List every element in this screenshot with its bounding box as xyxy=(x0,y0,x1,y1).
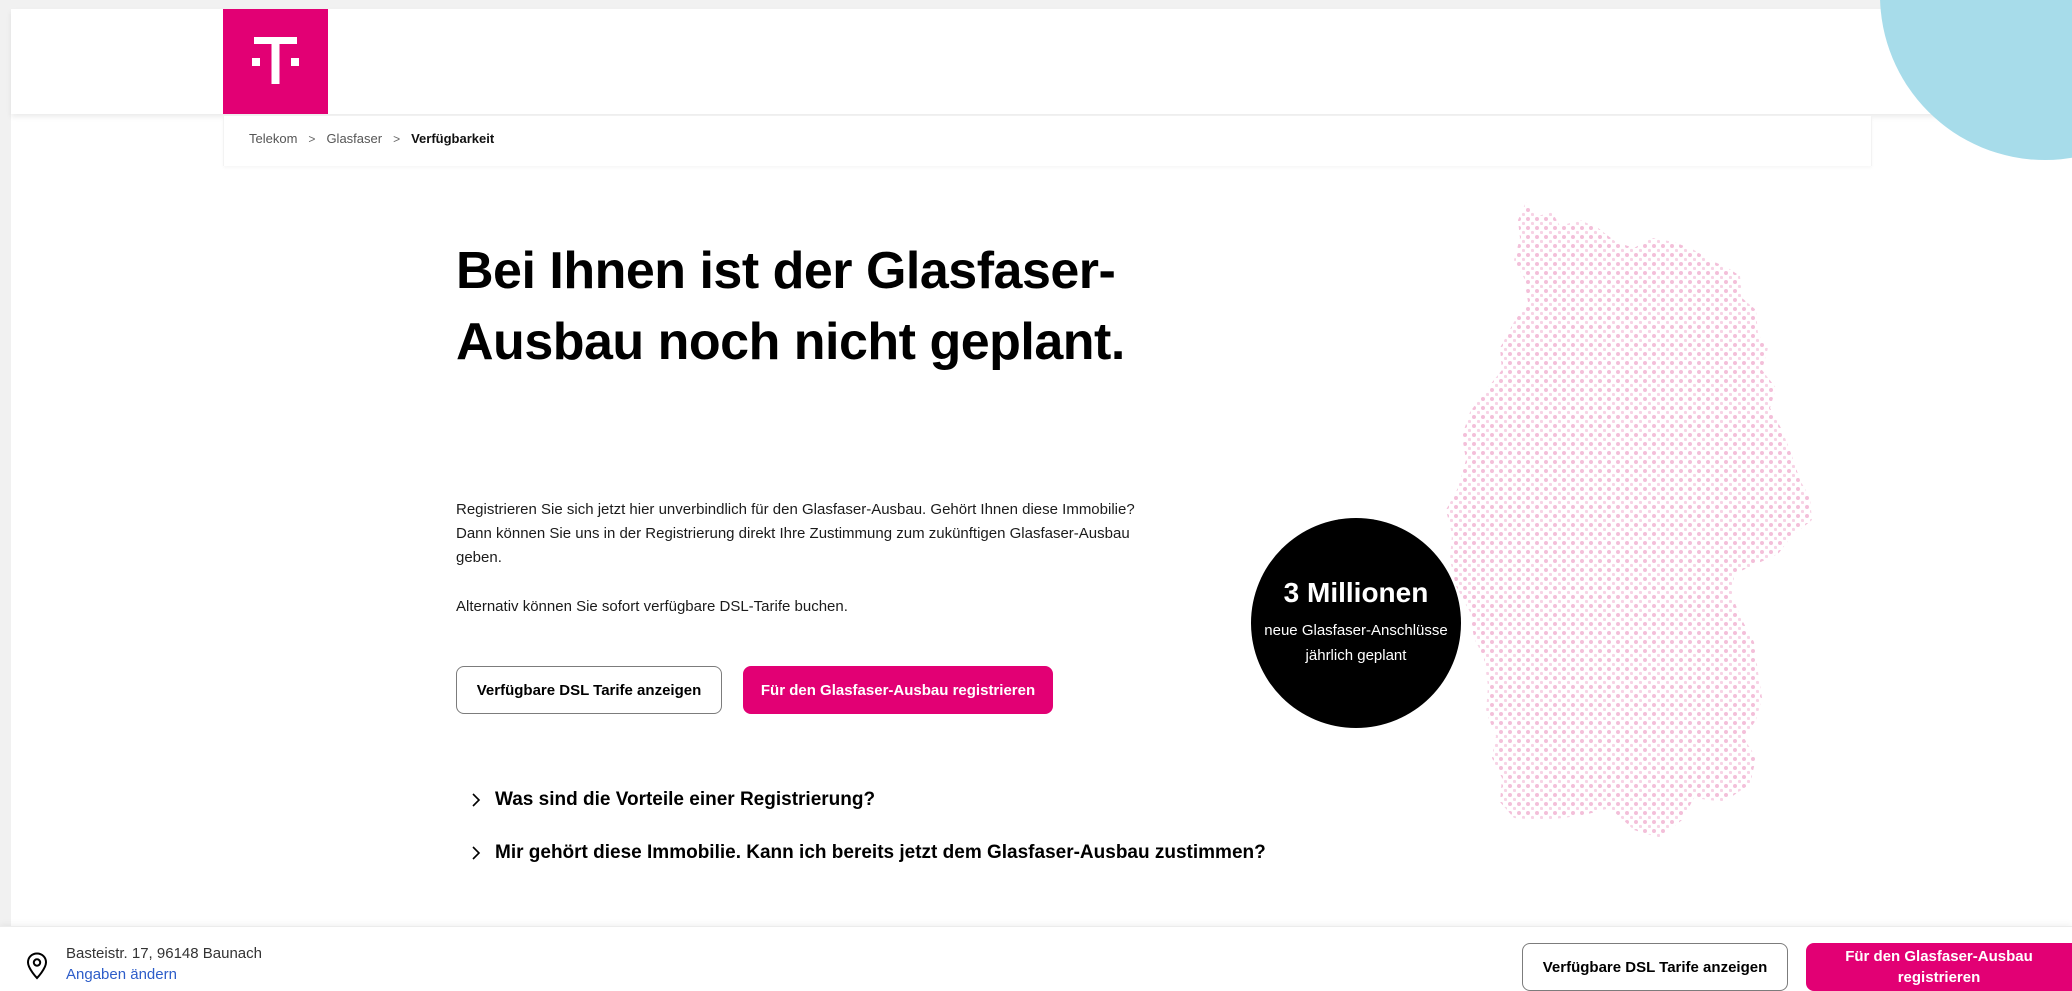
stat-circle: 3 Millionen neue Glasfaser-Anschlüsse jä… xyxy=(1251,518,1461,728)
telekom-logo[interactable] xyxy=(223,9,328,114)
page: Telekom > Glasfaser > Verfügbarkeit Bei … xyxy=(0,0,2072,991)
footer-show-dsl-tariffs-button[interactable]: Verfügbare DSL Tarife anzeigen xyxy=(1522,943,1788,991)
page-title: Bei Ihnen ist der Glasfaser-Ausbau noch … xyxy=(456,242,1125,371)
address-text: Basteistr. 17, 96148 Baunach xyxy=(66,945,262,962)
change-address-link[interactable]: Angaben ändern xyxy=(66,966,177,983)
stat-caption: neue Glasfaser-Anschlüsse jährlich gepla… xyxy=(1264,622,1448,664)
breadcrumb-separator: > xyxy=(308,131,316,146)
faq-question: Was sind die Vorteile einer Registrierun… xyxy=(495,789,876,810)
chevron-right-icon xyxy=(465,842,487,864)
alternative-paragraph: Alternativ können Sie sofort verfügbare … xyxy=(456,598,848,615)
breadcrumb-item-telekom[interactable]: Telekom xyxy=(249,131,297,146)
show-dsl-tariffs-button[interactable]: Verfügbare DSL Tarife anzeigen xyxy=(456,666,722,714)
breadcrumb-separator: > xyxy=(393,131,401,146)
faq-question: Mir gehört diese Immobilie. Kann ich ber… xyxy=(495,842,1266,863)
breadcrumb: Telekom > Glasfaser > Verfügbarkeit xyxy=(249,131,494,146)
location-pin-icon xyxy=(26,952,48,980)
intro-paragraph: Registrieren Sie sich jetzt hier unverbi… xyxy=(456,501,1135,566)
register-fiber-button[interactable]: Für den Glasfaser-Ausbau registrieren xyxy=(743,666,1053,714)
breadcrumb-item-current: Verfügbarkeit xyxy=(411,131,495,146)
chevron-right-icon xyxy=(465,789,487,811)
stat-number: 3 Millionen xyxy=(1283,577,1429,608)
faq-item-registration-benefits[interactable]: Was sind die Vorteile einer Registrierun… xyxy=(465,789,875,811)
faq-item-owner-consent[interactable]: Mir gehört diese Immobilie. Kann ich ber… xyxy=(465,842,1266,864)
footer-register-fiber-button[interactable]: Für den Glasfaser-Ausbau registrieren xyxy=(1806,943,2072,991)
breadcrumb-item-glasfaser[interactable]: Glasfaser xyxy=(326,131,382,146)
germany-map-illustration xyxy=(1446,202,1812,838)
